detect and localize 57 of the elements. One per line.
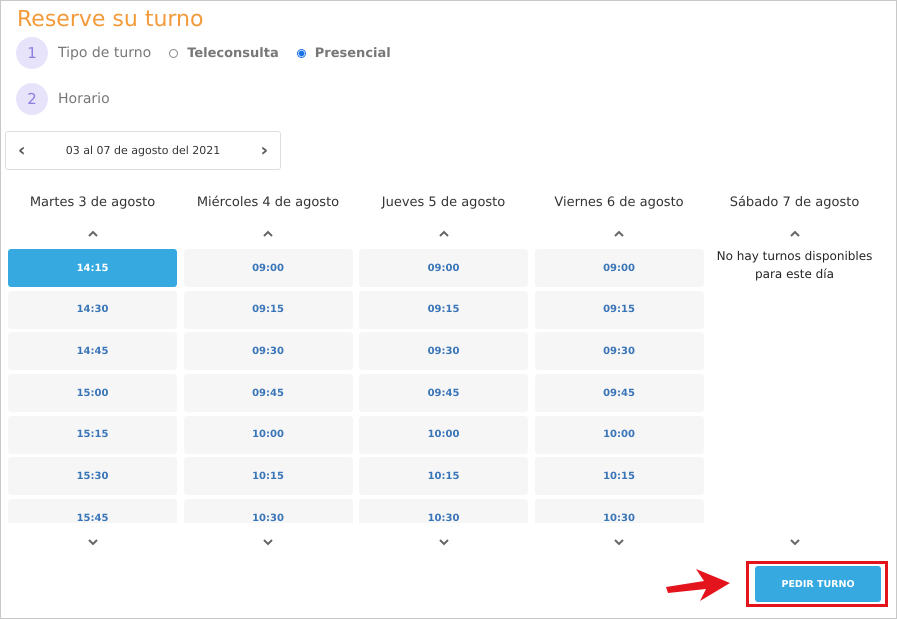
time-slot[interactable]: 09:00 [534,249,704,287]
chevron-down-icon[interactable] [790,538,800,546]
time-slot[interactable]: 09:15 [359,290,528,329]
day-heading: Jueves 5 de agosto [382,195,506,212]
time-slot[interactable]: 09:30 [184,332,352,370]
page-title: Reserve su turno [17,7,204,33]
chevron-down-icon[interactable] [88,538,98,546]
time-slot[interactable]: 10:30 [184,499,352,523]
time-slot[interactable]: 14:45 [8,332,177,370]
submit-button[interactable]: PEDIR TURNO [755,566,881,602]
chevron-down-icon[interactable] [438,538,448,546]
day-heading: Miércoles 4 de agosto [196,195,340,212]
time-slot[interactable]: 15:45 [8,499,177,523]
time-slot[interactable]: 09:00 [184,249,352,287]
time-slot[interactable]: 10:30 [534,499,704,523]
radio-icon[interactable] [169,48,178,58]
step-number: 1 [16,37,48,69]
time-slot[interactable]: 09:45 [534,374,704,412]
empty-message: No hay turnos disponibles para este día [716,248,874,283]
time-slot[interactable]: 10:15 [359,457,528,496]
time-slot[interactable]: 15:30 [8,457,177,496]
time-slot[interactable]: 15:00 [8,374,177,412]
next-week-button[interactable]: › [258,142,270,160]
step-number: 2 [16,83,48,115]
day-heading: Viernes 6 de agosto [554,195,684,212]
chevron-down-icon[interactable] [614,538,624,546]
time-slot[interactable]: 09:30 [359,332,528,370]
time-slot[interactable]: 15:15 [8,416,177,454]
week-range: 03 al 07 de agosto del 2021 [66,144,220,157]
time-slot[interactable]: 10:15 [534,457,704,496]
time-slot[interactable]: 10:30 [359,499,528,523]
time-slot[interactable]: 10:00 [359,416,528,454]
time-slot[interactable]: 09:00 [359,249,528,287]
day-heading: Martes 3 de agosto [30,195,156,212]
time-slot[interactable]: 10:15 [184,457,352,496]
time-slot[interactable]: 09:30 [534,332,704,370]
prev-week-button[interactable]: ‹ [16,142,28,160]
chevron-up-icon[interactable] [790,230,800,236]
time-slot[interactable]: 09:15 [534,290,704,329]
chevron-up-icon[interactable] [88,230,98,236]
radio-icon[interactable] [296,48,306,58]
time-slot[interactable]: 09:15 [184,290,352,329]
chevron-down-icon[interactable] [263,538,273,546]
time-slot[interactable]: 14:15 [8,249,177,287]
day-heading: Sábado 7 de agosto [730,195,860,212]
chevron-up-icon[interactable] [263,230,273,236]
chevron-up-icon[interactable] [614,230,624,236]
step-label: Tipo de turno [58,45,152,61]
time-slot[interactable]: 10:00 [184,416,352,454]
radio-option[interactable]: Teleconsulta [169,46,279,60]
time-slot[interactable]: 09:45 [359,374,528,412]
chevron-up-icon[interactable] [438,230,448,236]
radio-option[interactable]: Presencial [296,46,391,60]
step-label: Horario [58,91,110,107]
time-slot[interactable]: 14:30 [8,290,177,329]
time-slot[interactable]: 09:45 [184,374,352,412]
time-slot[interactable]: 10:00 [534,416,704,454]
